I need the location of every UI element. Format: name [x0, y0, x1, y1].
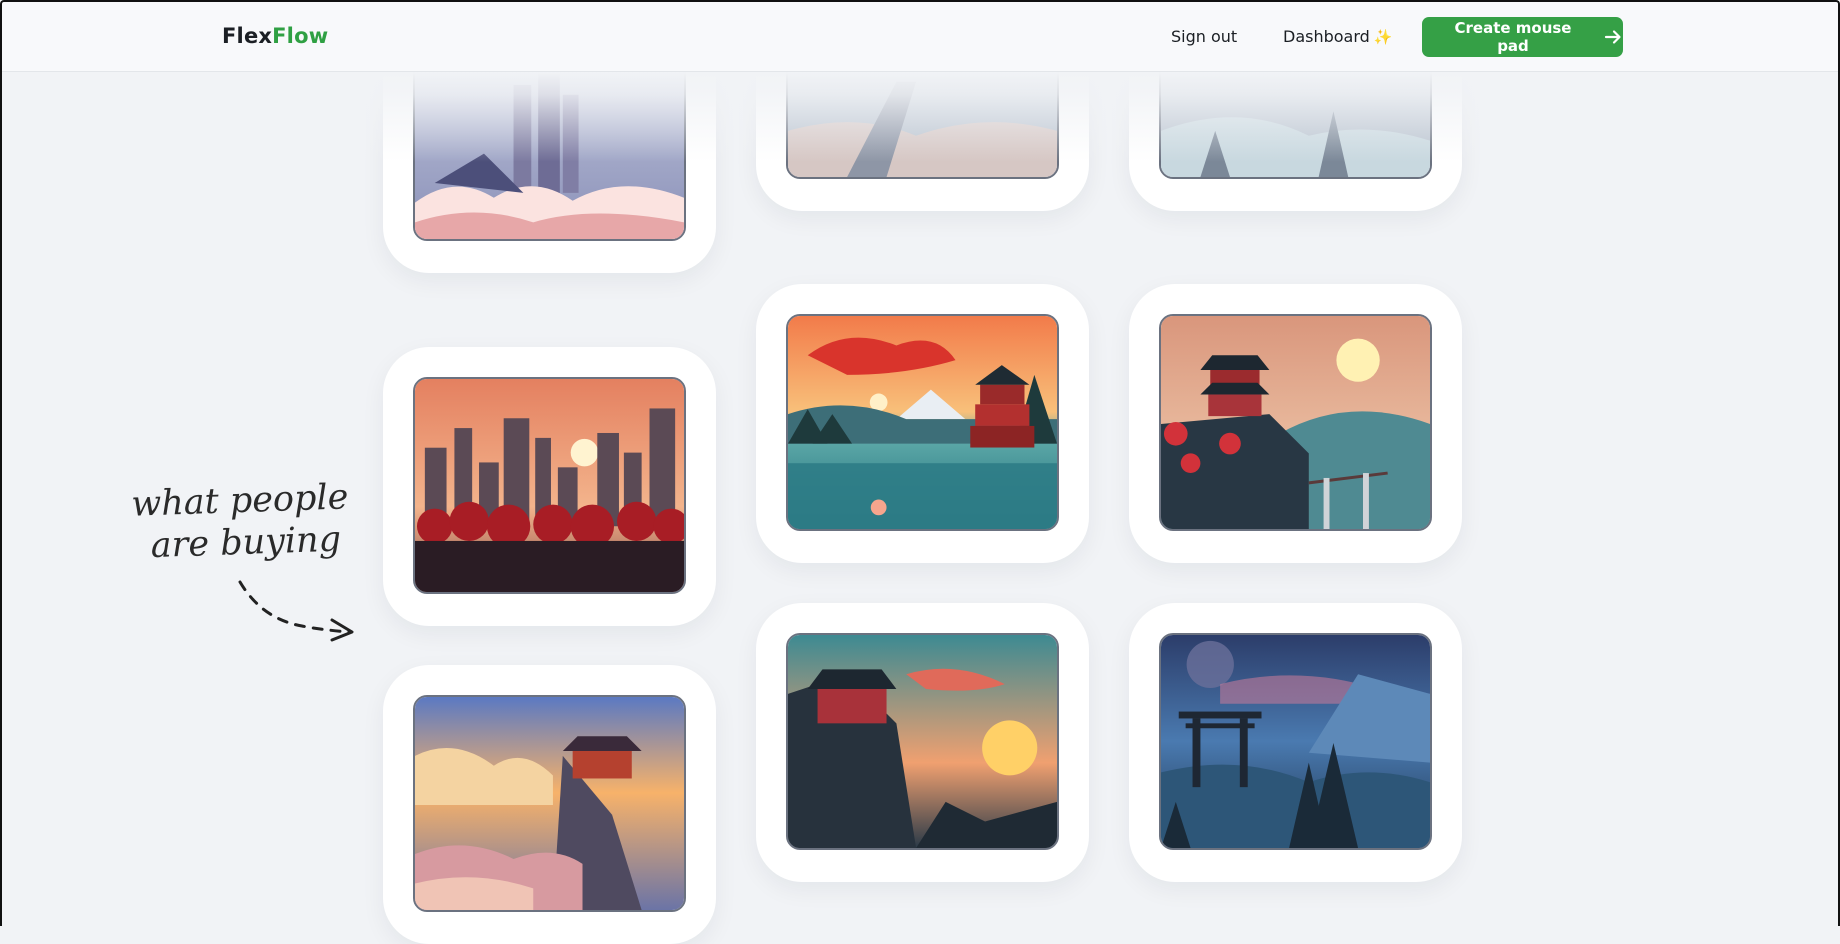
artwork-cliff-temple-bridge: [1159, 314, 1432, 531]
brand-part-1: Flex: [222, 24, 273, 48]
brand-logo[interactable]: FlexFlow: [222, 24, 328, 48]
sparkles-icon: ✨: [1373, 28, 1393, 46]
handwritten-note: what people are buying: [131, 476, 351, 568]
artwork-cloud-temple-sunset: [413, 695, 686, 912]
mousepad-gallery: [0, 0, 1840, 944]
gallery-card[interactable]: [756, 284, 1089, 563]
note-line-2: are buying: [150, 519, 342, 567]
artwork-pagoda-lake-fuji: [786, 314, 1059, 531]
create-mouse-pad-label: Create mouse pad: [1454, 19, 1572, 55]
dashboard-link[interactable]: Dashboard ✨: [1283, 27, 1393, 46]
sign-out-link[interactable]: Sign out: [1171, 27, 1237, 46]
artwork-cliff-house-sun: [786, 633, 1059, 850]
brand-part-2: Flow: [272, 24, 329, 48]
gallery-card[interactable]: [383, 665, 716, 944]
artwork-torii-moon-valley: [1159, 633, 1432, 850]
top-navbar: FlexFlow Sign out Dashboard ✨ Create mous…: [0, 0, 1840, 72]
gallery-card[interactable]: [756, 603, 1089, 882]
dashed-arrow-icon: [238, 580, 354, 642]
gallery-card[interactable]: [383, 347, 716, 626]
gallery-card[interactable]: [1129, 284, 1462, 563]
gallery-card[interactable]: [1129, 603, 1462, 882]
arrow-right-icon: [1603, 27, 1623, 47]
create-mouse-pad-button[interactable]: Create mouse pad: [1422, 17, 1623, 57]
artwork-red-city-sunset: [413, 377, 686, 594]
dashboard-label: Dashboard: [1283, 27, 1370, 46]
